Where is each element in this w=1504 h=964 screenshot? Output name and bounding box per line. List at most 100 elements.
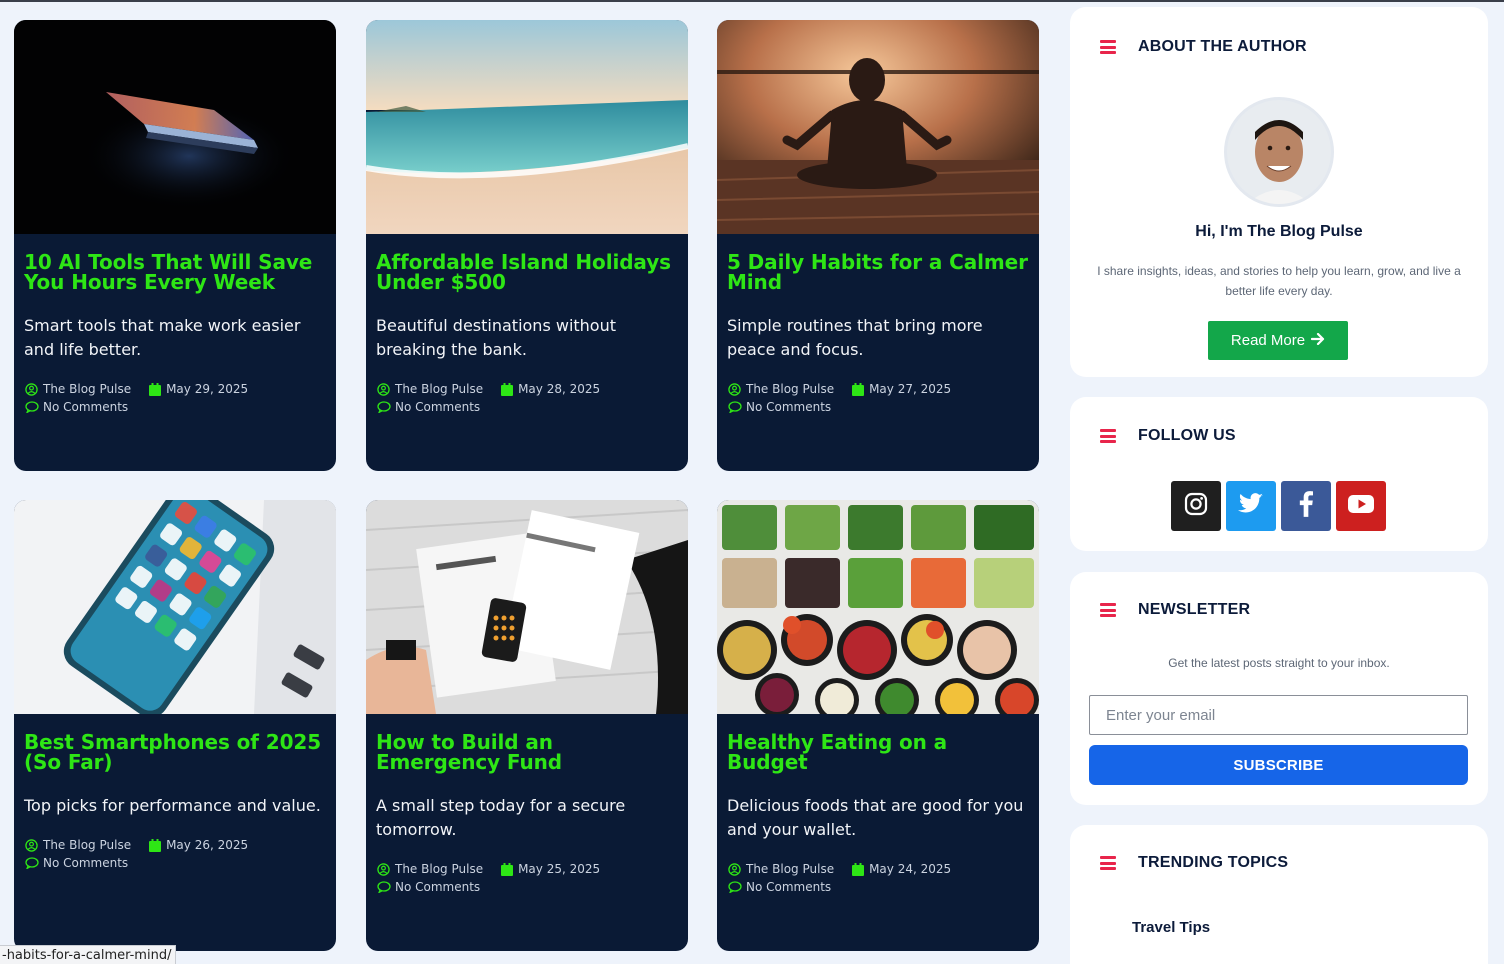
menu-bars-icon [1100, 40, 1116, 54]
user-icon [24, 382, 39, 397]
calendar-icon [850, 382, 865, 397]
comment-icon [376, 400, 391, 415]
menu-bars-icon [1100, 603, 1116, 617]
post-date[interactable]: May 27, 2025 [869, 380, 951, 398]
newsletter-widget: NEWSLETTER Get the latest posts straight… [1070, 572, 1488, 805]
post-title[interactable]: Best Smartphones of 2025 (So Far) [24, 732, 326, 772]
post-excerpt: A small step today for a secure tomorrow… [376, 796, 626, 839]
post-thumbnail-laptop[interactable] [14, 20, 336, 234]
post-excerpt: Delicious foods that are good for you an… [727, 796, 1024, 839]
post-card[interactable]: 5 Daily Habits for a Calmer Mind Simple … [717, 20, 1039, 471]
post-card[interactable]: 10 AI Tools That Will Save You Hours Eve… [14, 20, 336, 471]
post-meta: The Blog Pulse May 27, 2025 No Comments [727, 380, 1029, 416]
trending-topic-link[interactable]: Travel Tips [1132, 919, 1210, 936]
post-card[interactable]: Affordable Island Holidays Under $500 Be… [366, 20, 688, 471]
youtube-link[interactable] [1336, 481, 1386, 531]
post-title[interactable]: 10 AI Tools That Will Save You Hours Eve… [24, 252, 326, 292]
post-meta: The Blog Pulse May 26, 2025 No Comments [24, 836, 326, 872]
comment-icon [727, 400, 742, 415]
post-date[interactable]: May 28, 2025 [518, 380, 600, 398]
post-title[interactable]: 5 Daily Habits for a Calmer Mind [727, 252, 1029, 292]
widget-title: FOLLOW US [1138, 427, 1236, 444]
user-icon [727, 382, 742, 397]
post-comments[interactable]: No Comments [43, 398, 128, 416]
post-title[interactable]: Healthy Eating on a Budget [727, 732, 1029, 772]
calendar-icon [850, 862, 865, 877]
subscribe-button[interactable]: SUBSCRIBE [1089, 745, 1468, 785]
post-title[interactable]: How to Build an Emergency Fund [376, 732, 678, 772]
post-author[interactable]: The Blog Pulse [395, 380, 483, 398]
calendar-icon [147, 382, 162, 397]
post-thumbnail-finance[interactable] [366, 500, 688, 714]
newsletter-description: Get the latest posts straight to your in… [1168, 656, 1390, 670]
post-meta: The Blog Pulse May 28, 2025 No Comments [376, 380, 678, 416]
post-excerpt: Beautiful destinations without breaking … [376, 316, 617, 359]
twitter-link[interactable] [1226, 481, 1276, 531]
post-meta: The Blog Pulse May 25, 2025 No Comments [376, 860, 678, 896]
post-author[interactable]: The Blog Pulse [746, 860, 834, 878]
status-bar-url: -habits-for-a-calmer-mind/ [0, 945, 177, 964]
instagram-link[interactable] [1171, 481, 1221, 531]
post-title[interactable]: Affordable Island Holidays Under $500 [376, 252, 678, 292]
comment-icon [376, 880, 391, 895]
menu-bars-icon [1100, 429, 1116, 443]
post-thumbnail-beach[interactable] [366, 20, 688, 234]
post-date[interactable]: May 26, 2025 [166, 836, 248, 854]
post-card[interactable]: Best Smartphones of 2025 (So Far) Top pi… [14, 500, 336, 951]
post-excerpt: Smart tools that make work easier and li… [24, 316, 301, 359]
post-meta: The Blog Pulse May 29, 2025 No Comments [24, 380, 326, 416]
calendar-icon [147, 838, 162, 853]
widget-title: TRENDING TOPICS [1138, 854, 1289, 871]
author-bio: I share insights, ideas, and stories to … [1097, 264, 1461, 298]
post-date[interactable]: May 25, 2025 [518, 860, 600, 878]
menu-bars-icon [1100, 856, 1116, 870]
instagram-icon [1184, 492, 1208, 520]
post-date[interactable]: May 24, 2025 [869, 860, 951, 878]
post-author[interactable]: The Blog Pulse [43, 380, 131, 398]
widget-header: TRENDING TOPICS [1100, 854, 1288, 872]
calendar-icon [499, 862, 514, 877]
user-icon [24, 838, 39, 853]
widget-header: ABOUT THE AUTHOR [1100, 38, 1307, 56]
post-card[interactable]: How to Build an Emergency Fund A small s… [366, 500, 688, 951]
post-meta: The Blog Pulse May 24, 2025 No Comments [727, 860, 1029, 896]
comment-icon [24, 400, 39, 415]
facebook-icon [1299, 491, 1313, 521]
widget-title: NEWSLETTER [1138, 601, 1251, 618]
post-comments[interactable]: No Comments [395, 398, 480, 416]
comment-icon [24, 856, 39, 871]
post-thumbnail-meditation[interactable] [717, 20, 1039, 234]
widget-header: FOLLOW US [1100, 427, 1236, 445]
post-thumbnail-food[interactable] [717, 500, 1039, 714]
post-author[interactable]: The Blog Pulse [746, 380, 834, 398]
twitter-icon [1238, 493, 1264, 519]
widget-header: NEWSLETTER [1100, 601, 1250, 619]
youtube-icon [1348, 495, 1374, 517]
read-more-label: Read More [1230, 332, 1306, 349]
post-comments[interactable]: No Comments [746, 878, 831, 896]
user-icon [376, 382, 391, 397]
widget-title: ABOUT THE AUTHOR [1138, 38, 1307, 55]
trending-topics-widget: TRENDING TOPICS Travel Tips [1070, 825, 1488, 964]
email-field[interactable] [1089, 695, 1468, 735]
post-thumbnail-smartphone[interactable] [14, 500, 336, 714]
post-date[interactable]: May 29, 2025 [166, 380, 248, 398]
post-comments[interactable]: No Comments [43, 854, 128, 872]
arrow-right-icon [1310, 332, 1325, 349]
post-comments[interactable]: No Comments [746, 398, 831, 416]
post-author[interactable]: The Blog Pulse [43, 836, 131, 854]
user-icon [727, 862, 742, 877]
follow-us-widget: FOLLOW US [1070, 397, 1488, 551]
post-card[interactable]: Healthy Eating on a Budget Delicious foo… [717, 500, 1039, 951]
post-excerpt: Top picks for performance and value. [24, 796, 321, 815]
author-name: Hi, I'm The Blog Pulse [1195, 223, 1363, 240]
read-more-button[interactable]: Read More [1208, 321, 1348, 360]
avatar [1224, 97, 1334, 207]
post-author[interactable]: The Blog Pulse [395, 860, 483, 878]
post-excerpt: Simple routines that bring more peace an… [727, 316, 983, 359]
calendar-icon [499, 382, 514, 397]
post-comments[interactable]: No Comments [395, 878, 480, 896]
user-icon [376, 862, 391, 877]
facebook-link[interactable] [1281, 481, 1331, 531]
social-links [1171, 481, 1386, 531]
